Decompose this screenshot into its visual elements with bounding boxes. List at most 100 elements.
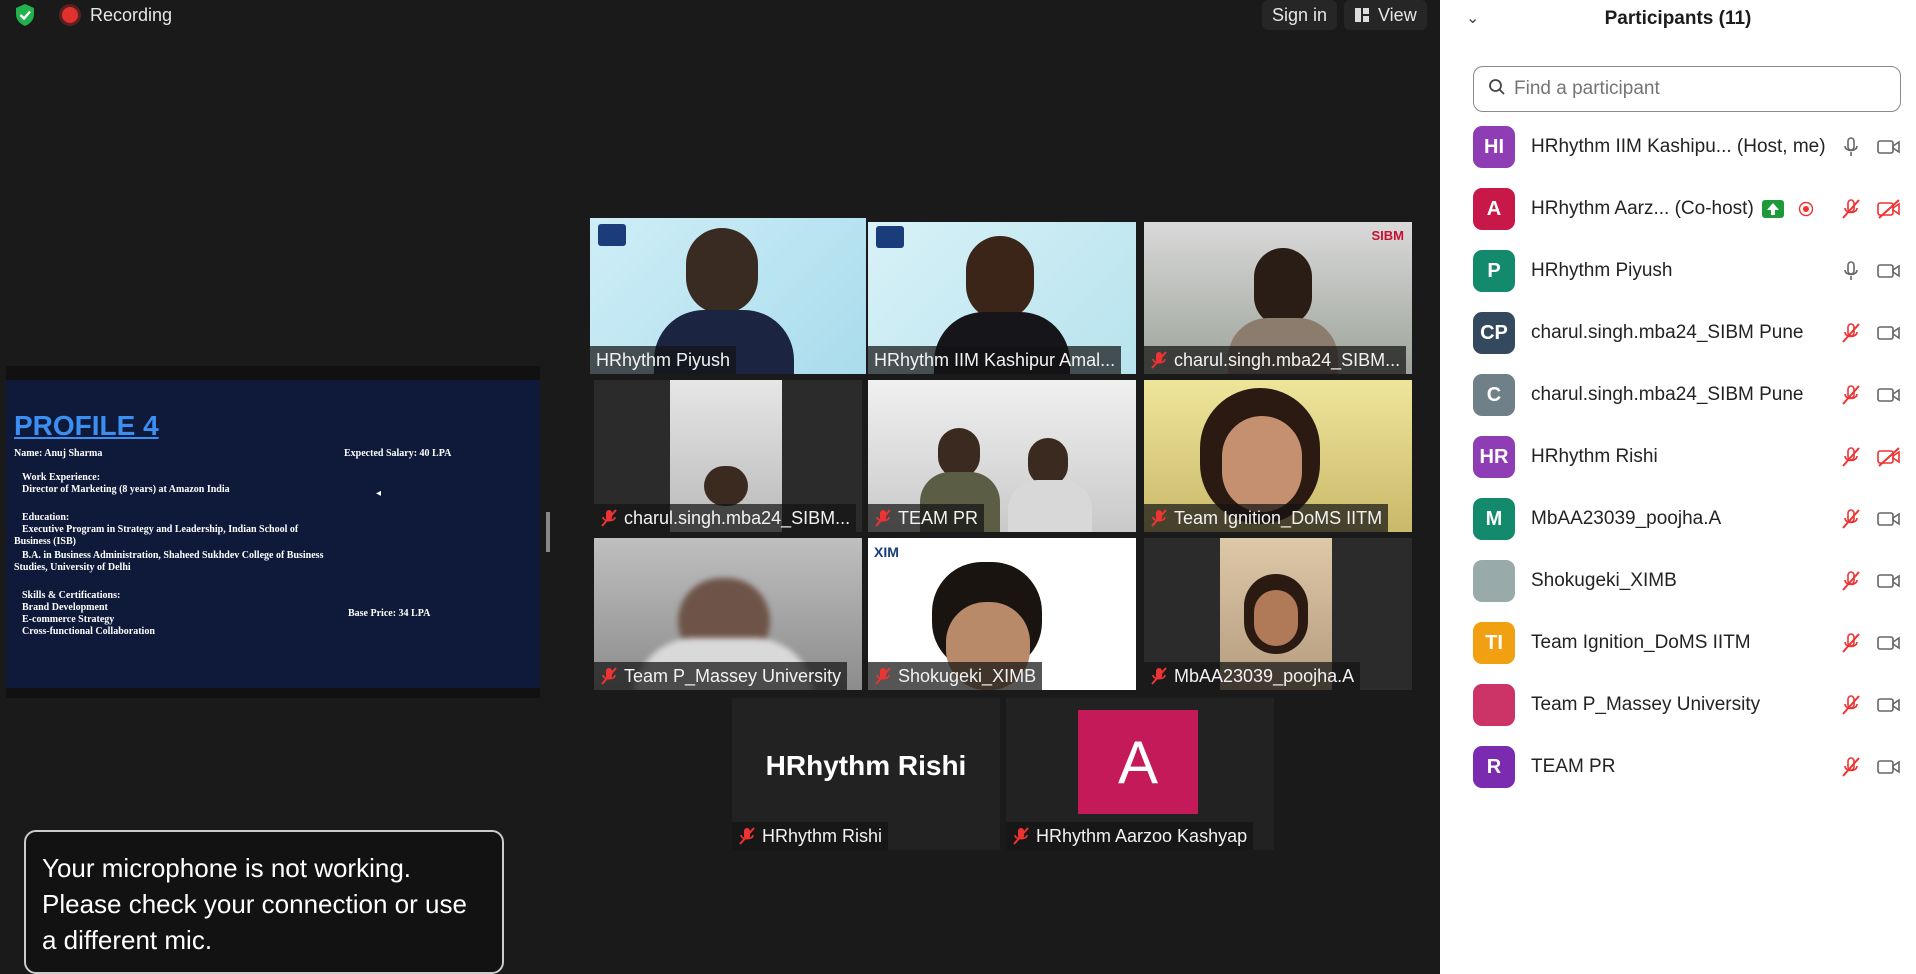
- participant-name: TEAM PR: [1531, 756, 1616, 777]
- mic-muted-icon[interactable]: [1837, 753, 1865, 781]
- mic-muted-icon[interactable]: [1837, 443, 1865, 471]
- profile-work-line: Director of Marketing (8 years) at Amazo…: [22, 484, 230, 495]
- video-tile[interactable]: HRhythm Rishi HRhythm Rishi: [732, 698, 1000, 850]
- sign-in-button[interactable]: Sign in: [1262, 0, 1338, 30]
- profile-base-price: Base Price: 34 LPA: [348, 608, 431, 619]
- participant-row[interactable]: R TEAM PR: [1473, 742, 1903, 792]
- video-tile[interactable]: SIBM charul.singh.mba24_SIBM...: [1144, 222, 1412, 374]
- video-tile[interactable]: XIM Shokugeki_XIMB: [868, 538, 1136, 690]
- search-input[interactable]: [1514, 78, 1874, 100]
- mic-muted-icon: [601, 667, 617, 685]
- profile-skill-1: Brand Development: [22, 602, 108, 613]
- profile-heading: PROFILE 4: [14, 410, 159, 441]
- participant-controls: [1837, 556, 1903, 606]
- video-icon[interactable]: [1875, 691, 1903, 719]
- participant-row[interactable]: A HRhythm Aarz... (Co-host): [1473, 184, 1903, 234]
- avatar: R: [1473, 746, 1515, 788]
- video-off-icon[interactable]: [1875, 195, 1903, 223]
- mic-muted-icon[interactable]: [1837, 629, 1865, 657]
- sign-in-label: Sign in: [1272, 4, 1328, 25]
- mic-muted-icon: [601, 509, 617, 527]
- video-icon[interactable]: [1875, 629, 1903, 657]
- video-tile[interactable]: Team Ignition_DoMS IITM: [1144, 380, 1412, 532]
- participant-row[interactable]: CP charul.singh.mba24_SIBM Pune: [1473, 308, 1903, 358]
- avatar: HR: [1473, 436, 1515, 478]
- tile-name-label: HRhythm Aarzoo Kashyap: [1006, 822, 1254, 850]
- participant-row[interactable]: Ccharul.singh.mba24_SIBM Pune: [1473, 370, 1903, 420]
- avatar: [1473, 560, 1515, 602]
- avatar: TI: [1473, 622, 1515, 664]
- video-tile[interactable]: A HRhythm Aarzoo Kashyap: [1006, 698, 1274, 850]
- mic-muted-icon[interactable]: [1837, 691, 1865, 719]
- panel-title: Participants (11): [1604, 8, 1752, 29]
- tile-name-label: Shokugeki_XIMB: [868, 662, 1043, 690]
- video-icon[interactable]: [1875, 753, 1903, 781]
- mic-muted-icon[interactable]: [1837, 319, 1865, 347]
- profile-work-heading: Work Experience:: [22, 472, 101, 483]
- participant-row[interactable]: HR HRhythm Rishi: [1473, 432, 1903, 482]
- video-tile[interactable]: charul.singh.mba24_SIBM...: [594, 380, 862, 532]
- participant-search[interactable]: [1473, 66, 1901, 112]
- participant-row[interactable]: Team P_Massey University: [1473, 680, 1903, 730]
- video-icon[interactable]: [1875, 505, 1903, 533]
- video-tile[interactable]: HRhythm Piyush: [590, 218, 866, 374]
- view-grid-icon: [1354, 7, 1370, 23]
- video-icon[interactable]: [1875, 133, 1903, 161]
- mic-muted-icon[interactable]: [1837, 381, 1865, 409]
- avatar: [1473, 684, 1515, 726]
- mic-muted-icon: [1013, 827, 1029, 845]
- mic-muted-icon: [875, 509, 891, 527]
- video-tile[interactable]: HRhythm IIM Kashipur Amal...: [868, 222, 1136, 374]
- participant-controls: [1837, 742, 1903, 792]
- profile-education-heading: Education:: [22, 512, 70, 523]
- participant-row[interactable]: Shokugeki_XIMB: [1473, 556, 1903, 606]
- participant-name: HRhythm Rishi: [1531, 446, 1658, 467]
- participant-row[interactable]: P HRhythm Piyush: [1473, 246, 1903, 296]
- mic-muted-icon[interactable]: [1837, 567, 1865, 595]
- video-icon[interactable]: [1875, 319, 1903, 347]
- avatar: C: [1473, 374, 1515, 416]
- participant-row[interactable]: M MbAA23039_poojha.A: [1473, 494, 1903, 544]
- participant-controls: [1837, 184, 1903, 234]
- video-off-icon[interactable]: [1875, 443, 1903, 471]
- profile-skills-heading: Skills & Certifications:: [22, 590, 121, 601]
- upload-arrow-icon: [1761, 200, 1784, 218]
- view-button[interactable]: View: [1344, 0, 1427, 30]
- participant-controls: [1837, 618, 1903, 668]
- mic-warning-toast[interactable]: Your microphone is not working. Please c…: [24, 830, 504, 974]
- participant-controls: [1837, 122, 1903, 172]
- participant-controls: [1837, 246, 1903, 296]
- mic-muted-icon: [1151, 509, 1167, 527]
- video-icon[interactable]: [1875, 381, 1903, 409]
- search-icon: [1488, 78, 1506, 101]
- participant-name: charul.singh.mba24_SIBM Pune: [1531, 322, 1804, 343]
- mic-icon[interactable]: [1837, 133, 1865, 161]
- avatar: M: [1473, 498, 1515, 540]
- split-resize-handle[interactable]: [546, 512, 550, 552]
- toast-message: Your microphone is not working. Please c…: [42, 853, 467, 955]
- cursor-icon: ◂: [376, 488, 382, 499]
- tile-name-label: HRhythm IIM Kashipur Amal...: [868, 346, 1122, 374]
- video-icon[interactable]: [1875, 567, 1903, 595]
- participant-name: Team Ignition_DoMS IITM: [1531, 632, 1751, 653]
- mic-icon[interactable]: [1837, 257, 1865, 285]
- participant-row[interactable]: HI HRhythm IIM Kashipu... (Host, me): [1473, 122, 1903, 172]
- video-tile[interactable]: TEAM PR: [868, 380, 1136, 532]
- profile-education-line-2: Business (ISB): [14, 536, 76, 547]
- mic-muted-icon[interactable]: [1837, 195, 1865, 223]
- video-tile[interactable]: MbAA23039_poojha.A: [1144, 538, 1412, 690]
- mic-muted-icon[interactable]: [1837, 505, 1865, 533]
- recording-label: Recording: [90, 4, 173, 25]
- tile-name-label: MbAA23039_poojha.A: [1144, 662, 1361, 690]
- video-icon[interactable]: [1875, 257, 1903, 285]
- participant-name: Team P_Massey University: [1531, 694, 1761, 715]
- recording-indicator[interactable]: Recording: [52, 0, 182, 30]
- video-tile[interactable]: Team P_Massey University: [594, 538, 862, 690]
- security-shield-icon[interactable]: [12, 2, 38, 28]
- avatar: A: [1078, 710, 1198, 814]
- avatar: A: [1473, 188, 1515, 230]
- participant-row[interactable]: TI Team Ignition_DoMS IITM: [1473, 618, 1903, 668]
- shared-screen[interactable]: PROFILE 4 Name: Anuj Sharma Expected Sal…: [6, 366, 540, 698]
- avatar: CP: [1473, 312, 1515, 354]
- profile-expected-salary: Expected Salary: 40 LPA: [344, 448, 452, 459]
